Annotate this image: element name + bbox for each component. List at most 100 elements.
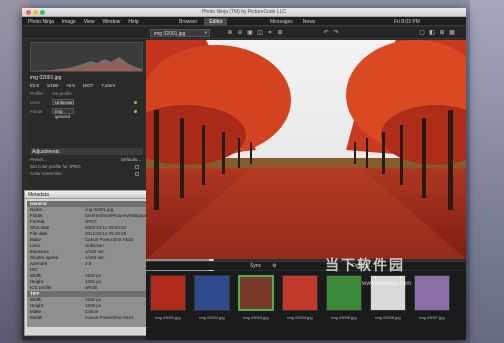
metadata-key: Shot date <box>30 225 50 230</box>
color-profile-checkbox[interactable] <box>135 165 139 169</box>
watermark-brand: 当下软件园 <box>325 257 405 273</box>
exif-summary: f/2.8 1/160 +0.0 ISO7 7.2mm <box>30 83 143 88</box>
metadata-key: Make <box>30 309 42 314</box>
thumbnail-label: img 02007.jpg <box>419 315 445 320</box>
adjustments-list: Preset... Defaults... Set color profile … <box>30 157 143 178</box>
desktop-wallpaper-right <box>470 0 504 343</box>
color-profile-label: Set color profile for JPEG <box>30 164 81 169</box>
metadata-value: Unknown <box>85 243 104 248</box>
color-correction-checkbox[interactable] <box>135 172 139 176</box>
exif-iso: ISO7 <box>82 83 94 88</box>
metadata-key: ICC profile <box>30 285 52 290</box>
focus-select[interactable]: Img ignored <box>52 108 74 119</box>
metadata-key: Width <box>30 297 42 302</box>
metadata-value: img 02001.jpg <box>85 207 114 212</box>
metadata-value: Canon PowerShot A610 <box>85 315 134 320</box>
thumbnail-label: img 02002.jpg <box>199 315 225 320</box>
profile-value: not profile <box>52 91 72 96</box>
menu-photo-ninja[interactable]: Photo Ninja <box>28 19 54 25</box>
menu-image[interactable]: Image <box>62 19 76 25</box>
grid-icon[interactable]: ⊞ <box>276 29 284 37</box>
metadata-key: Lens <box>30 243 40 248</box>
defaults-button[interactable]: Defaults... <box>121 157 141 162</box>
menu-view[interactable]: View <box>84 19 95 25</box>
metadata-value: 1200 px <box>85 303 102 308</box>
lens-select[interactable]: Unknown <box>52 99 74 105</box>
filmstrip-controls: Sync ⚙ Options... <box>146 261 466 270</box>
thumbnail-label: img 02005.jpg <box>331 315 357 320</box>
thumbnail-label: img 02001.jpg <box>155 315 181 320</box>
watermark-url: www.downxia.com <box>362 281 412 287</box>
toolbar: img 02001.jpg ▾ ⊕ ⊖ ▣ ◫ ⌗ ⊞ ↶ ↷ ▢ ◧ ⊞ ▦ <box>22 27 466 39</box>
zoom-in-icon[interactable]: ⊕ <box>226 29 234 37</box>
actual-size-icon[interactable]: ◫ <box>256 29 264 37</box>
layout-full-icon[interactable]: ▦ <box>448 29 456 37</box>
redo-icon[interactable]: ↷ <box>332 29 340 37</box>
metadata-key: Format <box>30 219 45 224</box>
menu-window[interactable]: Window <box>103 19 121 25</box>
metadata-key: Make <box>30 237 42 242</box>
messages-button[interactable]: Messages <box>270 19 293 25</box>
window-titlebar: Photo Ninja (TM) by PictureCode LLC <box>22 8 466 17</box>
layout-grid-icon[interactable]: ⊞ <box>438 29 446 37</box>
metadata-key: Aperture <box>30 261 48 266</box>
metadata-key: Height <box>30 279 44 284</box>
exif-aperture: f/2.8 <box>30 83 39 88</box>
thumbnail-label: img 02006.jpg <box>375 315 401 320</box>
tab-editor[interactable]: Editor <box>204 18 228 26</box>
preset-row: Preset... Defaults... <box>30 157 143 164</box>
sync-button[interactable]: Sync <box>250 263 261 269</box>
image-filename: img 02001.jpg <box>30 75 62 81</box>
metadata-value: 1920 px <box>85 297 102 302</box>
lens-row: Lens Unknown <box>30 99 143 106</box>
metadata-key: Height <box>30 303 44 308</box>
metadata-value: 2.8 <box>85 261 92 266</box>
metadata-key: Width <box>30 273 42 278</box>
focus-row: Focus Img ignored <box>30 108 143 119</box>
layout-single-icon[interactable]: ▢ <box>418 29 426 37</box>
thumbnail[interactable] <box>194 275 230 311</box>
file-selector-label: img 02001.jpg <box>154 31 186 37</box>
zoom-out-icon[interactable]: ⊖ <box>236 29 244 37</box>
thumbnail[interactable] <box>150 275 186 311</box>
metadata-value: 1/160 sec <box>85 255 105 260</box>
histogram <box>30 42 143 72</box>
layout-split-icon[interactable]: ◧ <box>428 29 436 37</box>
app-window: Photo Ninja (TM) by PictureCode LLC Phot… <box>22 8 466 340</box>
thumbnail[interactable] <box>326 275 362 311</box>
metadata-value: Canon <box>85 309 99 314</box>
metadata-key: ISO <box>30 267 38 272</box>
thumbnail[interactable] <box>282 275 318 311</box>
clock: Fri 8:03 PM <box>394 19 420 25</box>
adjustments-header[interactable]: Adjustments <box>30 148 143 155</box>
status-dot-icon <box>134 101 137 104</box>
left-panel: img 02001.jpg f/2.8 1/160 +0.0 ISO7 7.2m… <box>28 40 145 190</box>
undo-icon[interactable]: ↶ <box>322 29 330 37</box>
profile-label: Profile <box>30 91 43 96</box>
crop-icon[interactable]: ⌗ <box>266 29 274 37</box>
metadata-key: Shutter speed <box>30 255 59 260</box>
exif-focal: 7.2mm <box>101 83 115 88</box>
tab-browser[interactable]: Browser <box>174 18 202 26</box>
thumbnail[interactable] <box>238 275 274 311</box>
gear-icon[interactable]: ⚙ <box>272 263 276 269</box>
metadata-key: File date <box>30 231 48 236</box>
window-title: Photo Ninja (TM) by PictureCode LLC <box>202 9 286 15</box>
fit-view-icon[interactable]: ▣ <box>246 29 254 37</box>
metadata-value: 2012:04:12 05:26:20 <box>85 231 127 236</box>
status-dot-icon <box>134 110 137 113</box>
metadata-value: 1200 px <box>85 279 102 284</box>
metadata-key: Name <box>30 207 43 212</box>
menu-help[interactable]: Help <box>128 19 138 25</box>
preset-button[interactable]: Preset... <box>30 157 47 162</box>
profile-row: Profile not profile <box>30 91 143 97</box>
thumbnail[interactable] <box>414 275 450 311</box>
metadata-key: Model <box>30 315 43 320</box>
adjustments-title: Adjustments <box>32 149 60 155</box>
metadata-key: Folder <box>30 213 43 218</box>
thumbnail-label: img 02004.jpg <box>287 315 313 320</box>
file-selector[interactable]: img 02001.jpg ▾ <box>150 29 210 37</box>
news-button[interactable]: News <box>303 19 316 25</box>
metadata-value: JPEG <box>85 219 97 224</box>
focus-label: Focus <box>30 109 43 114</box>
